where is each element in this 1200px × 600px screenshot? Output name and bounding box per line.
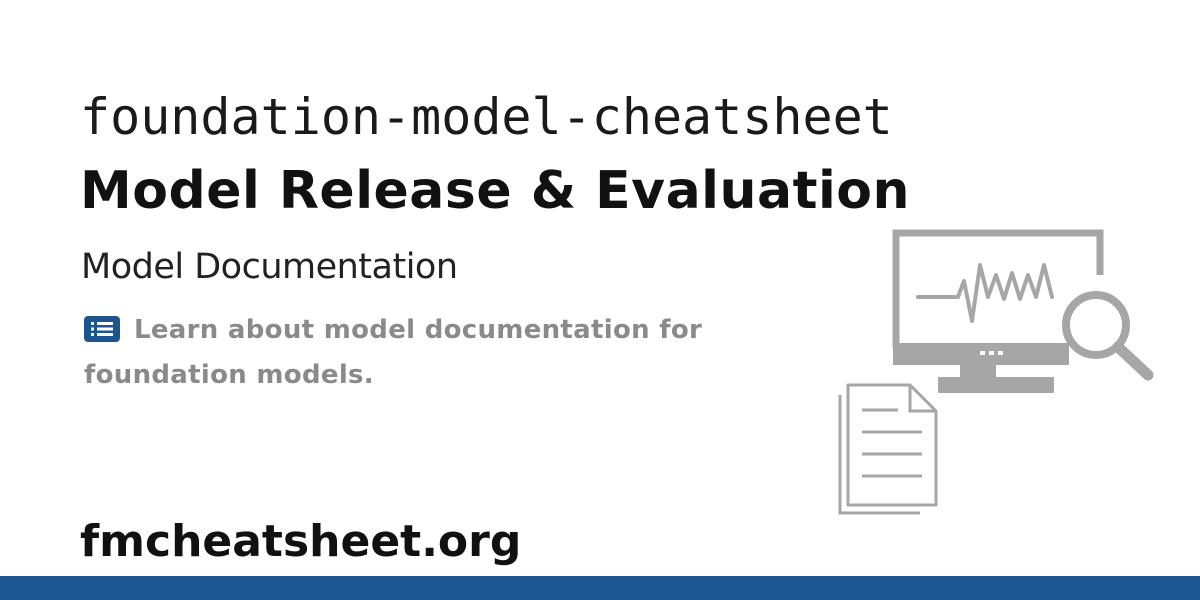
bottom-accent-bar [0,576,1200,600]
section-title: Model Release & Evaluation [80,161,911,221]
description: Learn about model documentation for foun… [84,310,784,396]
repo-title: foundation-model-cheatsheet [80,88,893,146]
list-icon [84,314,120,355]
site-url[interactable]: fmcheatsheet.org [80,520,521,564]
page-subtitle: Model Documentation [81,247,458,287]
magnifier-icon [1062,291,1154,381]
description-text: Learn about model documentation for foun… [84,315,703,390]
illustration [830,225,1160,525]
document-icon [838,383,938,515]
social-card: foundation-model-cheatsheet Model Releas… [0,0,1200,600]
